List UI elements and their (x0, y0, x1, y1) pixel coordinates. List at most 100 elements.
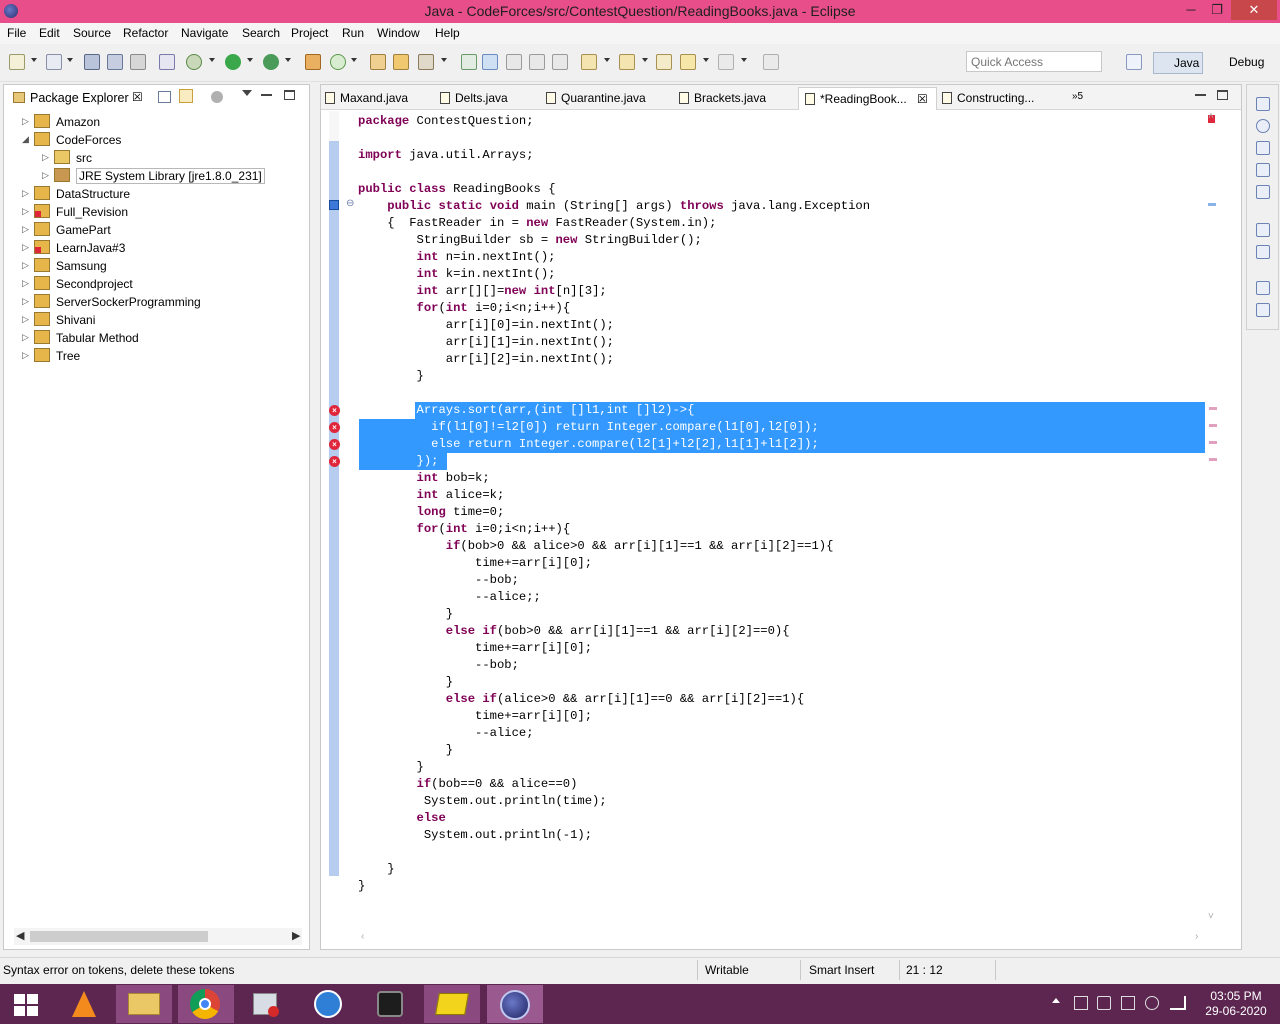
more-tabs-button[interactable]: »5 (1072, 89, 1083, 109)
scroll-right-icon[interactable]: ▶ (292, 929, 300, 942)
focus-icon[interactable] (211, 91, 223, 103)
file-explorer-taskbar-button[interactable] (116, 985, 172, 1023)
tab-readingbooks[interactable]: *ReadingBook... ☒ (798, 87, 937, 110)
next-edit-dropdown-icon[interactable] (604, 58, 610, 62)
package-explorer-close-icon[interactable]: ☒ (132, 90, 143, 104)
next-annotation-icon[interactable] (461, 54, 477, 70)
new-class-icon[interactable] (330, 54, 346, 70)
overview-error-mark[interactable] (1209, 407, 1217, 410)
taskbar-clock[interactable]: 03:05 PM 29-06-2020 (1196, 989, 1276, 1019)
menu-source[interactable]: Source (73, 26, 111, 40)
view-menu-icon[interactable] (242, 90, 252, 96)
next-edit-icon[interactable] (581, 54, 597, 70)
run-icon[interactable] (225, 54, 241, 70)
quick-access-input[interactable] (966, 51, 1102, 72)
expand-arrow-icon[interactable]: ▷ (22, 206, 29, 217)
debug-icon[interactable] (186, 54, 202, 70)
editor-scroll-left-icon[interactable]: ‹ (361, 931, 364, 942)
link-with-editor-icon[interactable] (179, 89, 193, 103)
scroll-up-icon[interactable]: ˄ (1208, 111, 1214, 122)
open-folder-icon[interactable] (393, 54, 409, 70)
toggle-breakpoint-icon[interactable] (159, 54, 175, 70)
restore-view-icon[interactable] (1256, 97, 1270, 111)
overview-error-mark[interactable] (1209, 458, 1217, 461)
chrome-taskbar-button[interactable] (178, 985, 234, 1023)
tab-quarantine[interactable]: Quarantine.java (546, 89, 646, 109)
new-java-project-icon[interactable] (305, 54, 321, 70)
minimize-editor-icon[interactable] (1195, 94, 1206, 96)
overview-occurrence-mark[interactable] (1208, 203, 1216, 206)
scroll-down-icon[interactable]: ˅ (1208, 911, 1214, 922)
collapse-arrow-icon[interactable]: ◢ (22, 134, 29, 145)
back-dropdown-icon[interactable] (703, 58, 709, 62)
status-insert-mode[interactable]: Smart Insert (809, 963, 874, 977)
outline-icon[interactable] (1256, 245, 1270, 259)
override-marker-icon[interactable] (329, 200, 339, 210)
menu-run[interactable]: Run (342, 26, 364, 40)
tab-brackets[interactable]: Brackets.java (679, 89, 766, 109)
task-list-icon[interactable] (1256, 119, 1270, 133)
forward-icon[interactable] (718, 54, 734, 70)
declaration-icon[interactable] (1256, 163, 1270, 177)
expand-arrow-icon[interactable]: ▷ (42, 152, 49, 163)
run-dropdown-icon[interactable] (247, 58, 253, 62)
show-hidden-icons-icon[interactable] (1052, 998, 1060, 1003)
debug-perspective-button[interactable]: Debug (1209, 52, 1269, 74)
sync-taskbar-button[interactable] (300, 985, 356, 1023)
vlc-taskbar-button[interactable] (56, 985, 112, 1023)
debug-dropdown-icon[interactable] (209, 58, 215, 62)
save-icon[interactable] (84, 54, 100, 70)
search-dropdown-icon[interactable] (441, 58, 447, 62)
new-dropdown-icon[interactable] (31, 58, 37, 62)
overview-error-mark[interactable] (1209, 424, 1217, 427)
tray-flag-icon[interactable] (1074, 996, 1088, 1010)
error-marker-icon[interactable]: × (329, 405, 340, 416)
menu-file[interactable]: File (7, 26, 26, 40)
scroll-left-icon[interactable]: ◀ (16, 929, 24, 942)
word-wrap-icon[interactable] (529, 54, 545, 70)
overview-error-mark[interactable] (1209, 441, 1217, 444)
collapse-all-icon[interactable] (158, 91, 171, 103)
expand-arrow-icon[interactable]: ▷ (22, 116, 29, 127)
close-button[interactable]: ✕ (1231, 0, 1277, 20)
tab-constructing[interactable]: Constructing... (942, 89, 1034, 109)
package-explorer-tab[interactable]: Package Explorer ☒ (4, 85, 154, 109)
error-marker-icon[interactable]: × (329, 439, 340, 450)
error-marker-icon[interactable]: × (329, 422, 340, 433)
fold-toggle-icon[interactable]: ⊖ (346, 198, 354, 209)
menu-navigate[interactable]: Navigate (181, 26, 228, 40)
expand-arrow-icon[interactable]: ▷ (22, 224, 29, 235)
previous-edit-dropdown-icon[interactable] (642, 58, 648, 62)
expand-arrow-icon[interactable]: ▷ (22, 350, 29, 361)
new-package-icon[interactable] (46, 54, 62, 70)
menu-search[interactable]: Search (242, 26, 280, 40)
app-taskbar-button[interactable] (238, 985, 294, 1023)
expand-arrow-icon[interactable]: ▷ (22, 278, 29, 289)
menu-edit[interactable]: Edit (39, 26, 60, 40)
restore-outline-icon[interactable] (1256, 223, 1270, 237)
tray-volume-muted-icon[interactable] (1145, 996, 1159, 1010)
menu-project[interactable]: Project (291, 26, 328, 40)
print-icon[interactable] (130, 54, 146, 70)
code-editor[interactable]: ⊖ package ContestQuestion; import java.ut… (321, 111, 1241, 949)
tray-camera-icon[interactable] (1097, 996, 1111, 1010)
scrollbar-thumb[interactable] (30, 931, 208, 942)
mark-occurrences-icon[interactable] (482, 54, 498, 70)
expand-arrow-icon[interactable]: ▷ (22, 242, 29, 253)
last-edit-location-icon[interactable] (656, 54, 672, 70)
console-icon[interactable] (1256, 185, 1270, 199)
expand-arrow-icon[interactable]: ▷ (22, 314, 29, 325)
hierarchy-icon[interactable] (1256, 303, 1270, 317)
editor-horizontal-scrollbar[interactable]: ‹ › (361, 931, 1201, 947)
new-icon[interactable] (9, 54, 25, 70)
start-button[interactable] (0, 985, 56, 1023)
javadoc-icon[interactable] (1256, 141, 1270, 155)
maximize-button[interactable]: ❐ (1204, 0, 1230, 20)
open-perspective-icon[interactable] (1126, 54, 1142, 70)
search-icon[interactable] (418, 54, 434, 70)
forward-dropdown-icon[interactable] (741, 58, 747, 62)
pdf-taskbar-button[interactable] (424, 985, 480, 1023)
previous-edit-icon[interactable] (619, 54, 635, 70)
package-explorer-scrollbar[interactable]: ◀ ▶ (14, 928, 302, 945)
run-external-dropdown-icon[interactable] (285, 58, 291, 62)
